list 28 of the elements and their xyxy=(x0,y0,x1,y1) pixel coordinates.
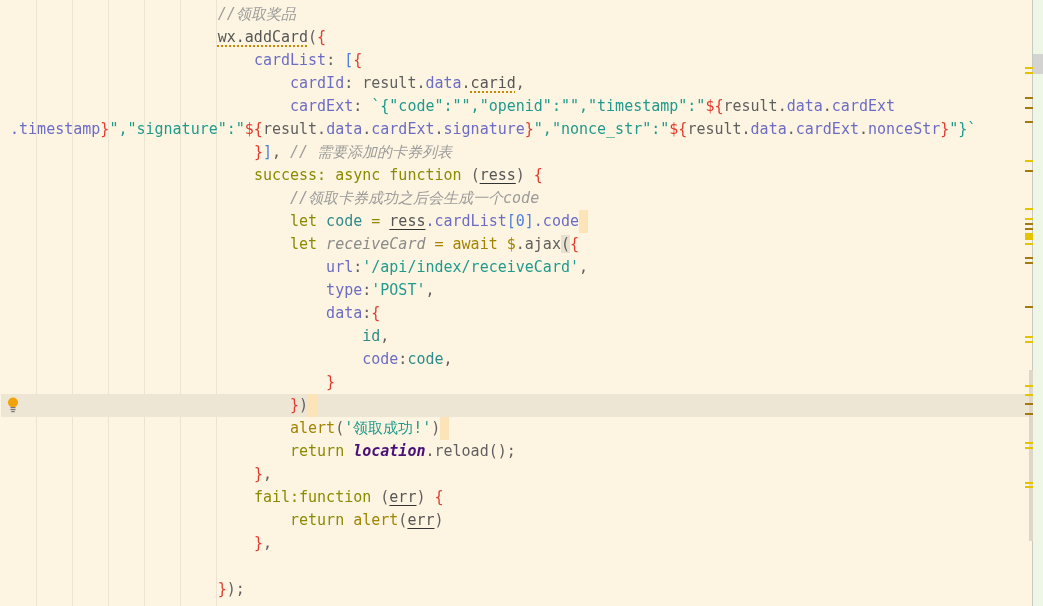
code-line: } xyxy=(326,372,336,393)
code-line: .timestamp}","signature":"${result.data.cardExt.signature}","nonce_str":"${result.data.cardExt.nonceStr}"}` xyxy=(10,119,977,140)
code-comment: //领取卡券成功之后会生成一个code xyxy=(290,188,540,209)
code-line: cardExt: `{"code":"","openid":"","timestamp":"${result.data.cardExt xyxy=(290,96,896,117)
code-line: cardId: result.data.carid, xyxy=(290,73,525,94)
code-line: data:{ xyxy=(326,303,381,324)
code-line: wx.addCard({ xyxy=(217,27,327,48)
code-comment: //领取奖品 xyxy=(217,4,296,25)
code-line: let receiveCard = await $.ajax({ xyxy=(290,234,579,255)
code-line: success: async function (ress) { xyxy=(253,165,543,186)
scrollbar[interactable] xyxy=(1033,0,1043,606)
scrollbar-thumb[interactable] xyxy=(1033,54,1043,74)
code-line: alert('领取成功!') xyxy=(290,418,441,439)
lightbulb-icon[interactable] xyxy=(7,397,19,413)
code-line: fail:function (err) { xyxy=(253,487,444,508)
code-line: }, xyxy=(253,533,272,554)
code-line: type:'POST', xyxy=(326,280,435,301)
code-line: id, xyxy=(362,326,390,347)
code-line: code:code, xyxy=(362,349,453,370)
code-line: }], // 需要添加的卡券列表 xyxy=(253,142,453,163)
code-line: }) xyxy=(290,395,309,416)
code-line: return location.reload(); xyxy=(290,441,516,462)
code-line: cardList: [{ xyxy=(253,50,363,71)
code-line: return alert(err) xyxy=(290,510,444,531)
code-line: }, xyxy=(253,464,272,485)
code-line: let code = ress.cardList[0].code xyxy=(290,211,579,232)
code-line: url:'/api/index/receiveCard', xyxy=(326,257,588,278)
code-line: }); xyxy=(217,579,245,600)
